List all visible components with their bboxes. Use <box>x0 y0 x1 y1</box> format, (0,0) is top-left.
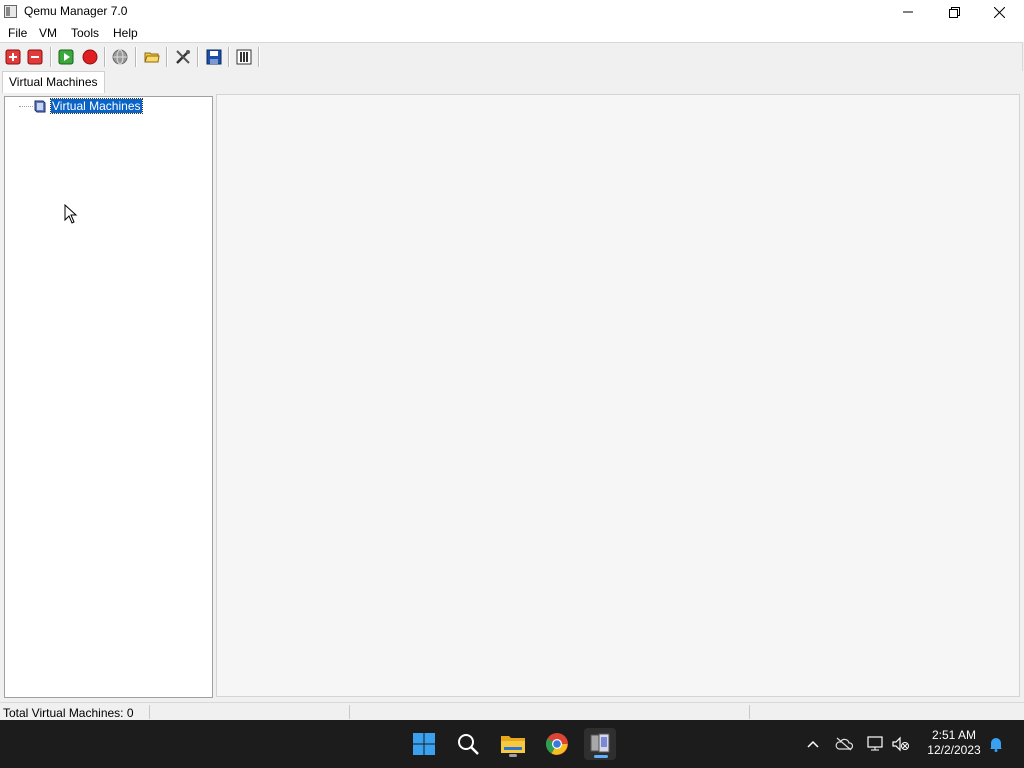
mouse-cursor-icon <box>64 204 78 224</box>
status-total-vms: Total Virtual Machines: 0 <box>3 706 134 720</box>
start-vm-icon <box>58 49 74 65</box>
active-indicator <box>594 755 608 758</box>
tools-icon <box>176 50 190 64</box>
start-button[interactable] <box>408 728 440 760</box>
close-button[interactable] <box>976 0 1022 24</box>
stop-vm-button[interactable] <box>82 49 98 65</box>
vm-folder-icon <box>34 100 46 113</box>
chrome-button[interactable] <box>541 728 573 760</box>
globe-icon <box>112 49 128 65</box>
qemu-manager-icon <box>590 733 610 753</box>
stop-vm-icon <box>82 49 98 65</box>
settings-panel-button[interactable] <box>236 49 252 65</box>
restore-icon <box>948 6 960 18</box>
chevron-up-icon <box>807 740 819 748</box>
tab-strip: Virtual Machines <box>0 71 1024 93</box>
toolbar <box>0 42 1023 72</box>
file-explorer-icon <box>501 736 525 753</box>
start-vm-button[interactable] <box>58 49 74 65</box>
cloud-icon <box>835 737 853 751</box>
settings-panel-icon <box>236 49 252 65</box>
remove-vm-button[interactable] <box>27 49 43 65</box>
vm-tree[interactable]: Virtual Machines <box>4 96 213 698</box>
add-vm-button[interactable] <box>5 49 21 65</box>
running-indicator <box>509 754 517 757</box>
toolbar-separator <box>50 47 52 67</box>
status-divider <box>749 705 750 719</box>
menu-vm[interactable]: VM <box>39 26 57 40</box>
toolbar-separator <box>228 47 230 67</box>
volume-tray-button[interactable] <box>891 734 911 754</box>
status-bar: Total Virtual Machines: 0 <box>0 702 1024 721</box>
close-icon <box>993 6 1005 18</box>
chrome-icon <box>546 733 568 755</box>
speaker-muted-icon <box>892 736 909 752</box>
toolbar-separator <box>197 47 199 67</box>
taskbar: 2:51 AM 12/2/2023 <box>0 720 1024 768</box>
title-bar: Qemu Manager 7.0 <box>0 0 1024 24</box>
details-panel <box>216 94 1020 697</box>
taskbar-search-button[interactable] <box>452 728 484 760</box>
qemu-manager-taskbar-button[interactable] <box>584 728 616 760</box>
add-vm-icon <box>5 49 21 65</box>
bell-icon <box>990 738 1002 752</box>
network-icon <box>867 736 883 751</box>
restore-button[interactable] <box>931 0 977 24</box>
menu-bar: File VM Tools Help <box>0 24 1024 42</box>
network-tray-button[interactable] <box>866 734 886 754</box>
toolbar-separator <box>258 47 260 67</box>
open-folder-icon <box>144 52 160 63</box>
onedrive-tray-button[interactable] <box>834 734 854 754</box>
save-icon <box>206 49 222 65</box>
tree-root-virtual-machines[interactable]: Virtual Machines <box>50 98 143 114</box>
search-icon <box>458 734 479 755</box>
status-divider <box>349 705 350 719</box>
status-divider <box>149 705 150 719</box>
clock-date: 12/2/2023 <box>927 743 981 757</box>
file-explorer-button[interactable] <box>497 728 529 760</box>
tree-connector-line <box>19 106 33 107</box>
remove-vm-icon <box>27 49 43 65</box>
clock-time: 2:51 AM <box>931 728 977 742</box>
toolbar-separator <box>135 47 137 67</box>
menu-file[interactable]: File <box>8 26 27 40</box>
menu-tools[interactable]: Tools <box>71 26 99 40</box>
menu-help[interactable]: Help <box>113 26 138 40</box>
tab-virtual-machines[interactable]: Virtual Machines <box>2 71 105 93</box>
window-title: Qemu Manager 7.0 <box>24 4 128 18</box>
notifications-button[interactable] <box>986 734 1006 754</box>
app-icon <box>4 5 17 18</box>
windows-start-icon <box>413 733 435 755</box>
save-button[interactable] <box>206 49 222 65</box>
toolbar-separator <box>104 47 106 67</box>
minimize-button[interactable] <box>885 0 931 24</box>
open-button[interactable] <box>144 49 160 65</box>
toolbar-separator <box>166 47 168 67</box>
network-button[interactable] <box>112 49 128 65</box>
system-clock[interactable]: 2:51 AM 12/2/2023 <box>920 728 988 758</box>
minimize-icon <box>903 11 913 13</box>
tools-button[interactable] <box>175 49 191 65</box>
show-hidden-icons-button[interactable] <box>803 734 823 754</box>
